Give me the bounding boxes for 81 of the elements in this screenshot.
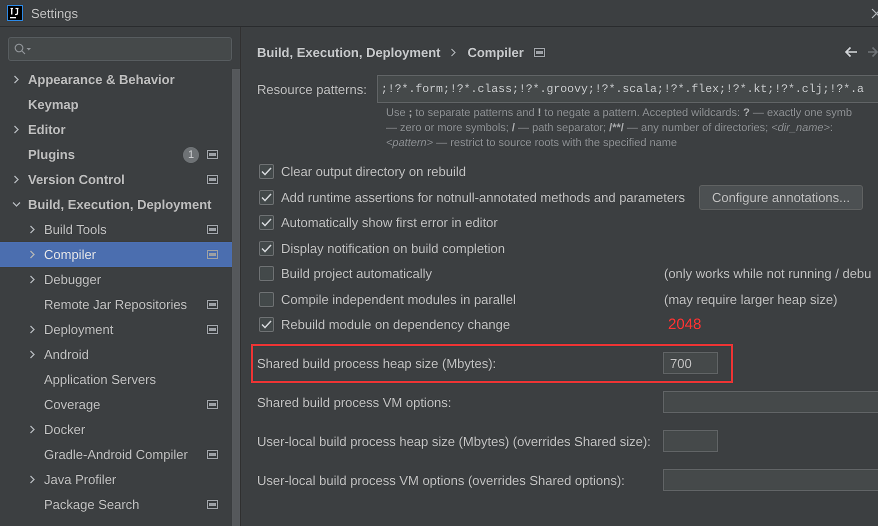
tree-item[interactable]: Version Control <box>0 167 232 192</box>
tree-item[interactable]: Appearance & Behavior <box>0 67 232 92</box>
checkbox[interactable] <box>259 164 274 180</box>
scrollbar[interactable] <box>232 69 240 526</box>
chevron-right-icon <box>450 48 458 56</box>
field-label: User-local build process VM options (overrides Shared options): <box>257 472 626 488</box>
window-title: Settings <box>31 6 78 20</box>
tree-item[interactable]: Coverage <box>0 392 232 417</box>
chevron-right-icon <box>28 425 37 434</box>
tree-item[interactable]: Deployment <box>0 317 232 342</box>
project-scope-icon <box>207 450 218 459</box>
tree-item[interactable]: Package Search <box>0 492 232 517</box>
breadcrumb-item: Compiler <box>467 44 524 60</box>
checkbox-label: Rebuild module on dependency change <box>281 317 510 332</box>
tree-item[interactable]: Remote Jar Repositories <box>0 292 232 317</box>
help-text: Use ; to separate patterns and ! to negate a pattern. Accepted wildcards: ? — exactly one symb <box>386 106 853 121</box>
checkbox[interactable] <box>259 215 274 230</box>
checkbox-label: Build project automatically <box>281 266 432 282</box>
update-count-badge: 1 <box>183 146 199 162</box>
project-scope-icon <box>207 175 218 184</box>
chevron-right-icon <box>28 250 37 259</box>
annotation-text: 2048 <box>668 316 702 334</box>
chevron-right-icon <box>12 175 21 184</box>
tree-item[interactable]: Android <box>0 342 232 367</box>
input-field[interactable]: 700 <box>663 352 718 374</box>
resource-patterns-field[interactable]: ;!?*.form;!?*.class;!?*.groovy;!?*.scala;!?*.flex;!?*.kt;!?*.clj;!?*.a <box>376 75 878 103</box>
chevron-right-icon <box>28 225 37 234</box>
chevron-right-icon <box>28 275 37 284</box>
tree-item[interactable]: Java Profiler <box>0 467 232 492</box>
configure-annotations-button[interactable]: Configure annotations... <box>698 184 863 210</box>
tree-item[interactable]: Build, Execution, Deployment <box>0 192 232 217</box>
tree-item[interactable]: Debugger <box>0 267 232 292</box>
chevron-right-icon <box>12 75 21 84</box>
tree-item[interactable]: Application Servers <box>0 367 232 392</box>
checkbox[interactable] <box>259 190 274 205</box>
checkbox-label: Add runtime assertions for notnull-annotated methods and parameters <box>281 190 685 205</box>
field-label: Resource patterns: <box>257 82 367 96</box>
project-scope-icon <box>207 225 218 234</box>
checkbox-label: Clear output directory on rebuild <box>281 164 466 180</box>
project-scope-icon <box>207 500 218 509</box>
checkbox-label: Compile independent modules in parallel <box>281 292 516 307</box>
project-scope-icon <box>207 300 218 309</box>
chevron-right-icon <box>28 325 37 334</box>
checkbox-label: Display notification on build completion <box>281 240 506 256</box>
chevron-right-icon <box>28 350 37 359</box>
tree-item[interactable]: Build Tools <box>0 217 232 242</box>
checkbox[interactable] <box>259 266 274 282</box>
project-scope-icon <box>207 250 218 259</box>
checkbox[interactable] <box>259 317 274 332</box>
field-label: User-local build process heap size (Mbytes) (overrides Shared size): <box>257 434 652 448</box>
tree-item[interactable]: Editor <box>0 117 232 142</box>
hint-text: (only works while not running / debu <box>664 266 872 282</box>
project-scope-icon <box>534 48 545 56</box>
checkbox-label: Automatically show first error in editor <box>281 215 498 230</box>
checkbox[interactable] <box>259 240 274 256</box>
forward-arrow-icon[interactable] <box>868 46 878 58</box>
chevron-right-icon <box>12 125 21 134</box>
tree-item[interactable]: Plugins 1 <box>0 142 232 167</box>
input-field[interactable] <box>663 430 718 452</box>
tree-item[interactable]: Compiler <box>0 242 232 267</box>
search-field[interactable] <box>8 37 232 61</box>
input-field[interactable] <box>663 469 878 491</box>
hint-text: (may require larger heap size) <box>664 292 838 307</box>
tree-item[interactable]: Docker <box>0 417 232 442</box>
tree-item[interactable]: Gradle-Android Compiler <box>0 442 232 467</box>
search-icon <box>14 43 32 55</box>
back-arrow-icon[interactable] <box>844 46 858 58</box>
breadcrumb-item: Build, Execution, Deployment <box>257 44 440 60</box>
field-label: Shared build process VM options: <box>257 394 452 410</box>
project-scope-icon <box>207 325 218 334</box>
project-scope-icon <box>207 400 218 409</box>
chevron-down-icon <box>12 200 21 209</box>
chevron-right-icon <box>28 475 37 484</box>
help-text: <pattern> — restrict to source roots with the specified name <box>386 136 678 151</box>
help-text: — zero or more symbols; / — path separator; /**/ — any number of directories; <dir_name>: <box>386 121 834 136</box>
tree-item[interactable]: Keymap <box>0 92 232 117</box>
app-logo-icon <box>7 5 23 21</box>
checkbox[interactable] <box>259 292 274 307</box>
field-label: Shared build process heap size (Mbytes): <box>257 356 498 370</box>
input-field[interactable] <box>663 391 878 413</box>
project-scope-icon <box>207 150 218 159</box>
